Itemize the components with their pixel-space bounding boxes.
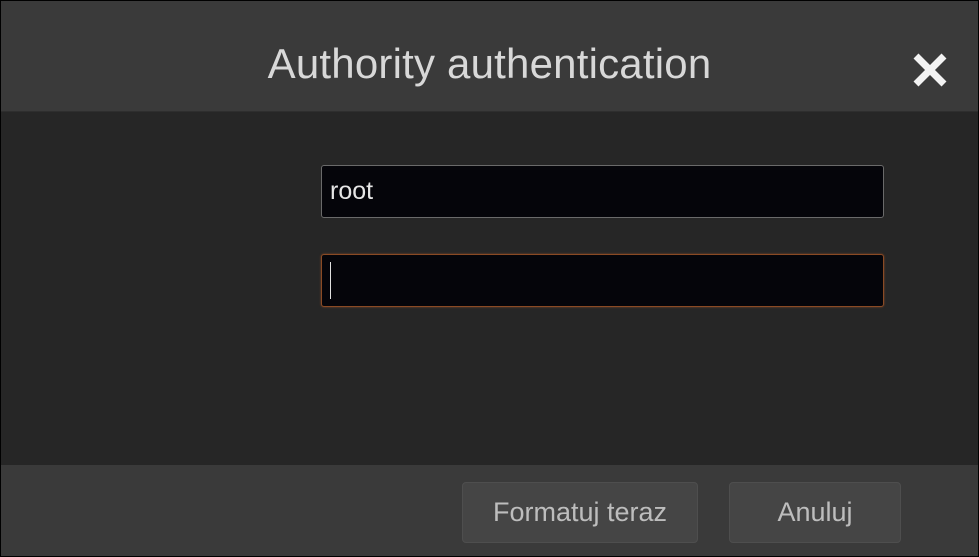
dialog-body <box>1 112 978 465</box>
username-field[interactable] <box>321 165 884 218</box>
text-caret <box>330 262 331 299</box>
password-field[interactable] <box>321 254 884 307</box>
dialog-footer: Formatuj teraz Anuluj <box>1 465 978 556</box>
format-now-button[interactable]: Formatuj teraz <box>462 482 698 543</box>
close-icon[interactable] <box>910 50 950 90</box>
dialog-title: Authority authentication <box>267 40 712 87</box>
dialog-titlebar: Authority authentication <box>1 1 978 112</box>
cancel-button[interactable]: Anuluj <box>729 482 901 543</box>
auth-dialog: Authority authentication Formatuj teraz … <box>0 0 979 557</box>
